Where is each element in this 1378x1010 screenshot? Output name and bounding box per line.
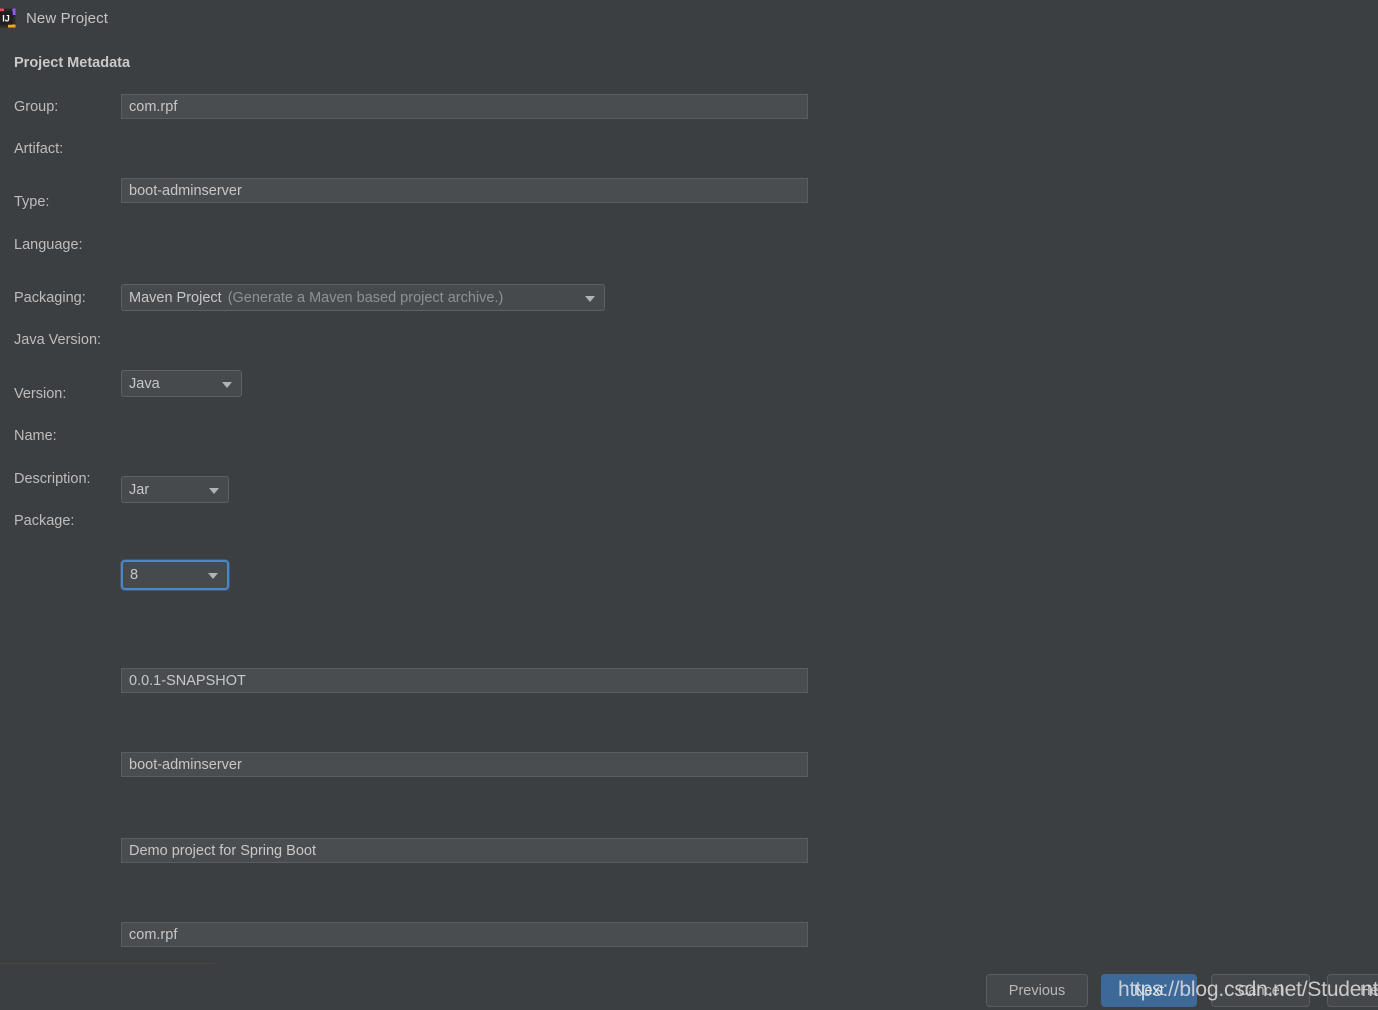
group-label: Group: — [14, 99, 59, 115]
chevron-down-icon — [209, 487, 219, 494]
java-version-select-value: 8 — [130, 567, 139, 583]
version-input[interactable]: 0.0.1-SNAPSHOT — [121, 668, 808, 693]
language-label: Language: — [14, 237, 83, 253]
chevron-down-icon — [208, 573, 218, 579]
packaging-select[interactable]: Jar — [121, 476, 229, 503]
package-label: Package: — [14, 513, 75, 529]
next-button[interactable]: Next — [1101, 974, 1197, 1007]
language-select[interactable]: Java — [121, 370, 242, 397]
window-title-bar: IJ New Project — [0, 0, 1378, 36]
help-button[interactable]: Help — [1327, 974, 1378, 1007]
name-label: Name: — [14, 428, 57, 444]
page-title: Project Metadata — [14, 55, 131, 71]
language-select-value: Java — [129, 375, 160, 392]
artifact-input[interactable]: boot-adminserver — [121, 178, 808, 203]
java-version-select[interactable]: 8 — [121, 560, 229, 590]
cancel-button[interactable]: Cancel — [1211, 974, 1310, 1007]
type-select[interactable]: Maven Project (Generate a Maven based pr… — [121, 284, 605, 311]
intellij-idea-icon: IJ — [0, 8, 16, 28]
version-label: Version: — [14, 386, 67, 402]
description-label: Description: — [14, 471, 91, 487]
footer-divider — [0, 963, 215, 964]
chevron-down-icon — [585, 295, 595, 302]
window-title: New Project — [26, 9, 108, 27]
type-select-value: Maven Project — [129, 289, 222, 306]
package-input[interactable]: com.rpf — [121, 922, 808, 947]
java-version-label: Java Version: — [14, 332, 102, 348]
artifact-label: Artifact: — [14, 141, 64, 157]
previous-button[interactable]: Previous — [986, 974, 1088, 1007]
type-select-hint: (Generate a Maven based project archive.… — [227, 289, 504, 306]
svg-text:IJ: IJ — [2, 14, 10, 24]
name-input[interactable]: boot-adminserver — [121, 752, 808, 777]
description-input[interactable]: Demo project for Spring Boot — [121, 838, 808, 863]
packaging-label: Packaging: — [14, 290, 86, 306]
dialog-button-bar: Previous Next Cancel Help — [0, 974, 1378, 1010]
type-label: Type: — [14, 194, 50, 210]
packaging-select-value: Jar — [129, 481, 150, 498]
chevron-down-icon — [222, 381, 232, 388]
group-input[interactable]: com.rpf — [121, 94, 808, 119]
